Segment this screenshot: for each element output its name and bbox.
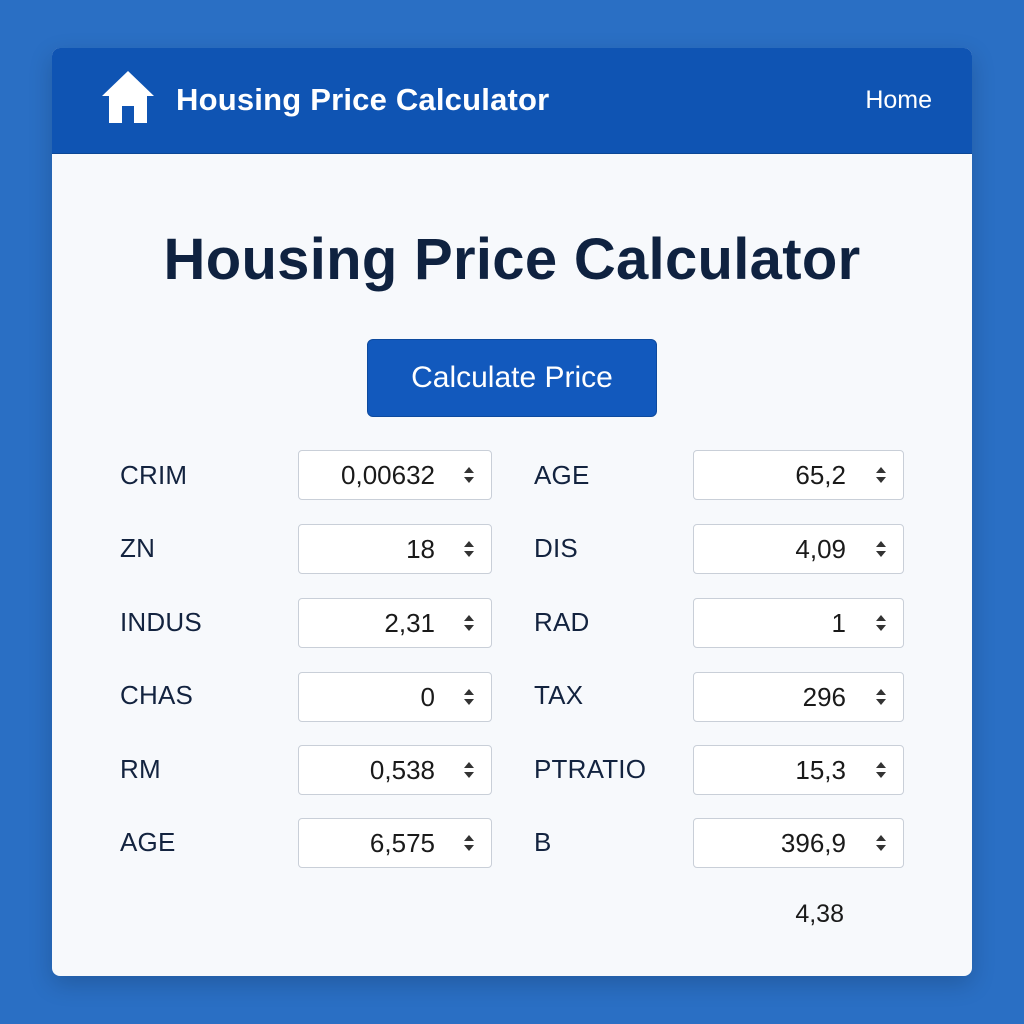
chas-number-field[interactable]: [298, 672, 492, 722]
page-title: Housing Price Calculator: [163, 227, 861, 292]
tax-number-field[interactable]: [693, 672, 904, 722]
field-label-rm: RM: [120, 754, 161, 784]
spinner-arrows-icon[interactable]: [875, 465, 887, 485]
navbar: Housing Price Calculator Home: [52, 48, 972, 154]
crim-input[interactable]: [299, 451, 435, 499]
indus-number-field[interactable]: [298, 598, 492, 648]
spinner-arrows-icon[interactable]: [463, 539, 475, 559]
field-label-dis: DIS: [534, 533, 578, 563]
rm-number-field[interactable]: [298, 745, 492, 795]
spinner-arrows-icon[interactable]: [875, 539, 887, 559]
calculate-price-button[interactable]: Calculate Price: [367, 339, 657, 417]
spinner-arrows-icon[interactable]: [463, 833, 475, 853]
field-label-b: B: [534, 827, 552, 857]
spinner-arrows-icon[interactable]: [875, 613, 887, 633]
b-number-field[interactable]: [693, 818, 904, 868]
rad-input[interactable]: [694, 599, 846, 647]
age-input[interactable]: [299, 819, 435, 867]
field-label-indus: INDUS: [120, 607, 202, 637]
field-label-rad: RAD: [534, 607, 590, 637]
age-number-field[interactable]: [298, 818, 492, 868]
spinner-arrows-icon[interactable]: [875, 687, 887, 707]
chas-input[interactable]: [299, 673, 435, 721]
field-label-age-right: AGE: [534, 460, 590, 490]
spinner-arrows-icon[interactable]: [463, 465, 475, 485]
rm-input[interactable]: [299, 746, 435, 794]
ptratio-input[interactable]: [694, 746, 846, 794]
field-label-tax: TAX: [534, 680, 584, 710]
spinner-arrows-icon[interactable]: [875, 833, 887, 853]
field-label-age: AGE: [120, 827, 176, 857]
age-right-input[interactable]: [694, 451, 846, 499]
rad-number-field[interactable]: [693, 598, 904, 648]
spinner-arrows-icon[interactable]: [875, 760, 887, 780]
ptratio-number-field[interactable]: [693, 745, 904, 795]
b-input[interactable]: [694, 819, 846, 867]
zn-number-field[interactable]: [298, 524, 492, 574]
house-icon: [102, 71, 154, 123]
spinner-arrows-icon[interactable]: [463, 687, 475, 707]
dis-input[interactable]: [694, 525, 846, 573]
app-window: Housing Price Calculator Home Housing Pr…: [52, 48, 972, 976]
field-label-chas: CHAS: [120, 680, 194, 710]
crim-number-field[interactable]: [298, 450, 492, 500]
field-label-crim: CRIM: [120, 460, 188, 490]
field-label-ptratio: PTRATIO: [534, 754, 647, 784]
nav-home-link[interactable]: Home: [865, 86, 932, 115]
spinner-arrows-icon[interactable]: [463, 760, 475, 780]
indus-input[interactable]: [299, 599, 435, 647]
dis-number-field[interactable]: [693, 524, 904, 574]
tax-input[interactable]: [694, 673, 846, 721]
navbar-title: Housing Price Calculator: [176, 82, 550, 117]
zn-input[interactable]: [299, 525, 435, 573]
field-label-zn: ZN: [120, 533, 156, 563]
age-right-number-field[interactable]: [693, 450, 904, 500]
spinner-arrows-icon[interactable]: [463, 613, 475, 633]
result-value: 4,38: [795, 900, 844, 928]
